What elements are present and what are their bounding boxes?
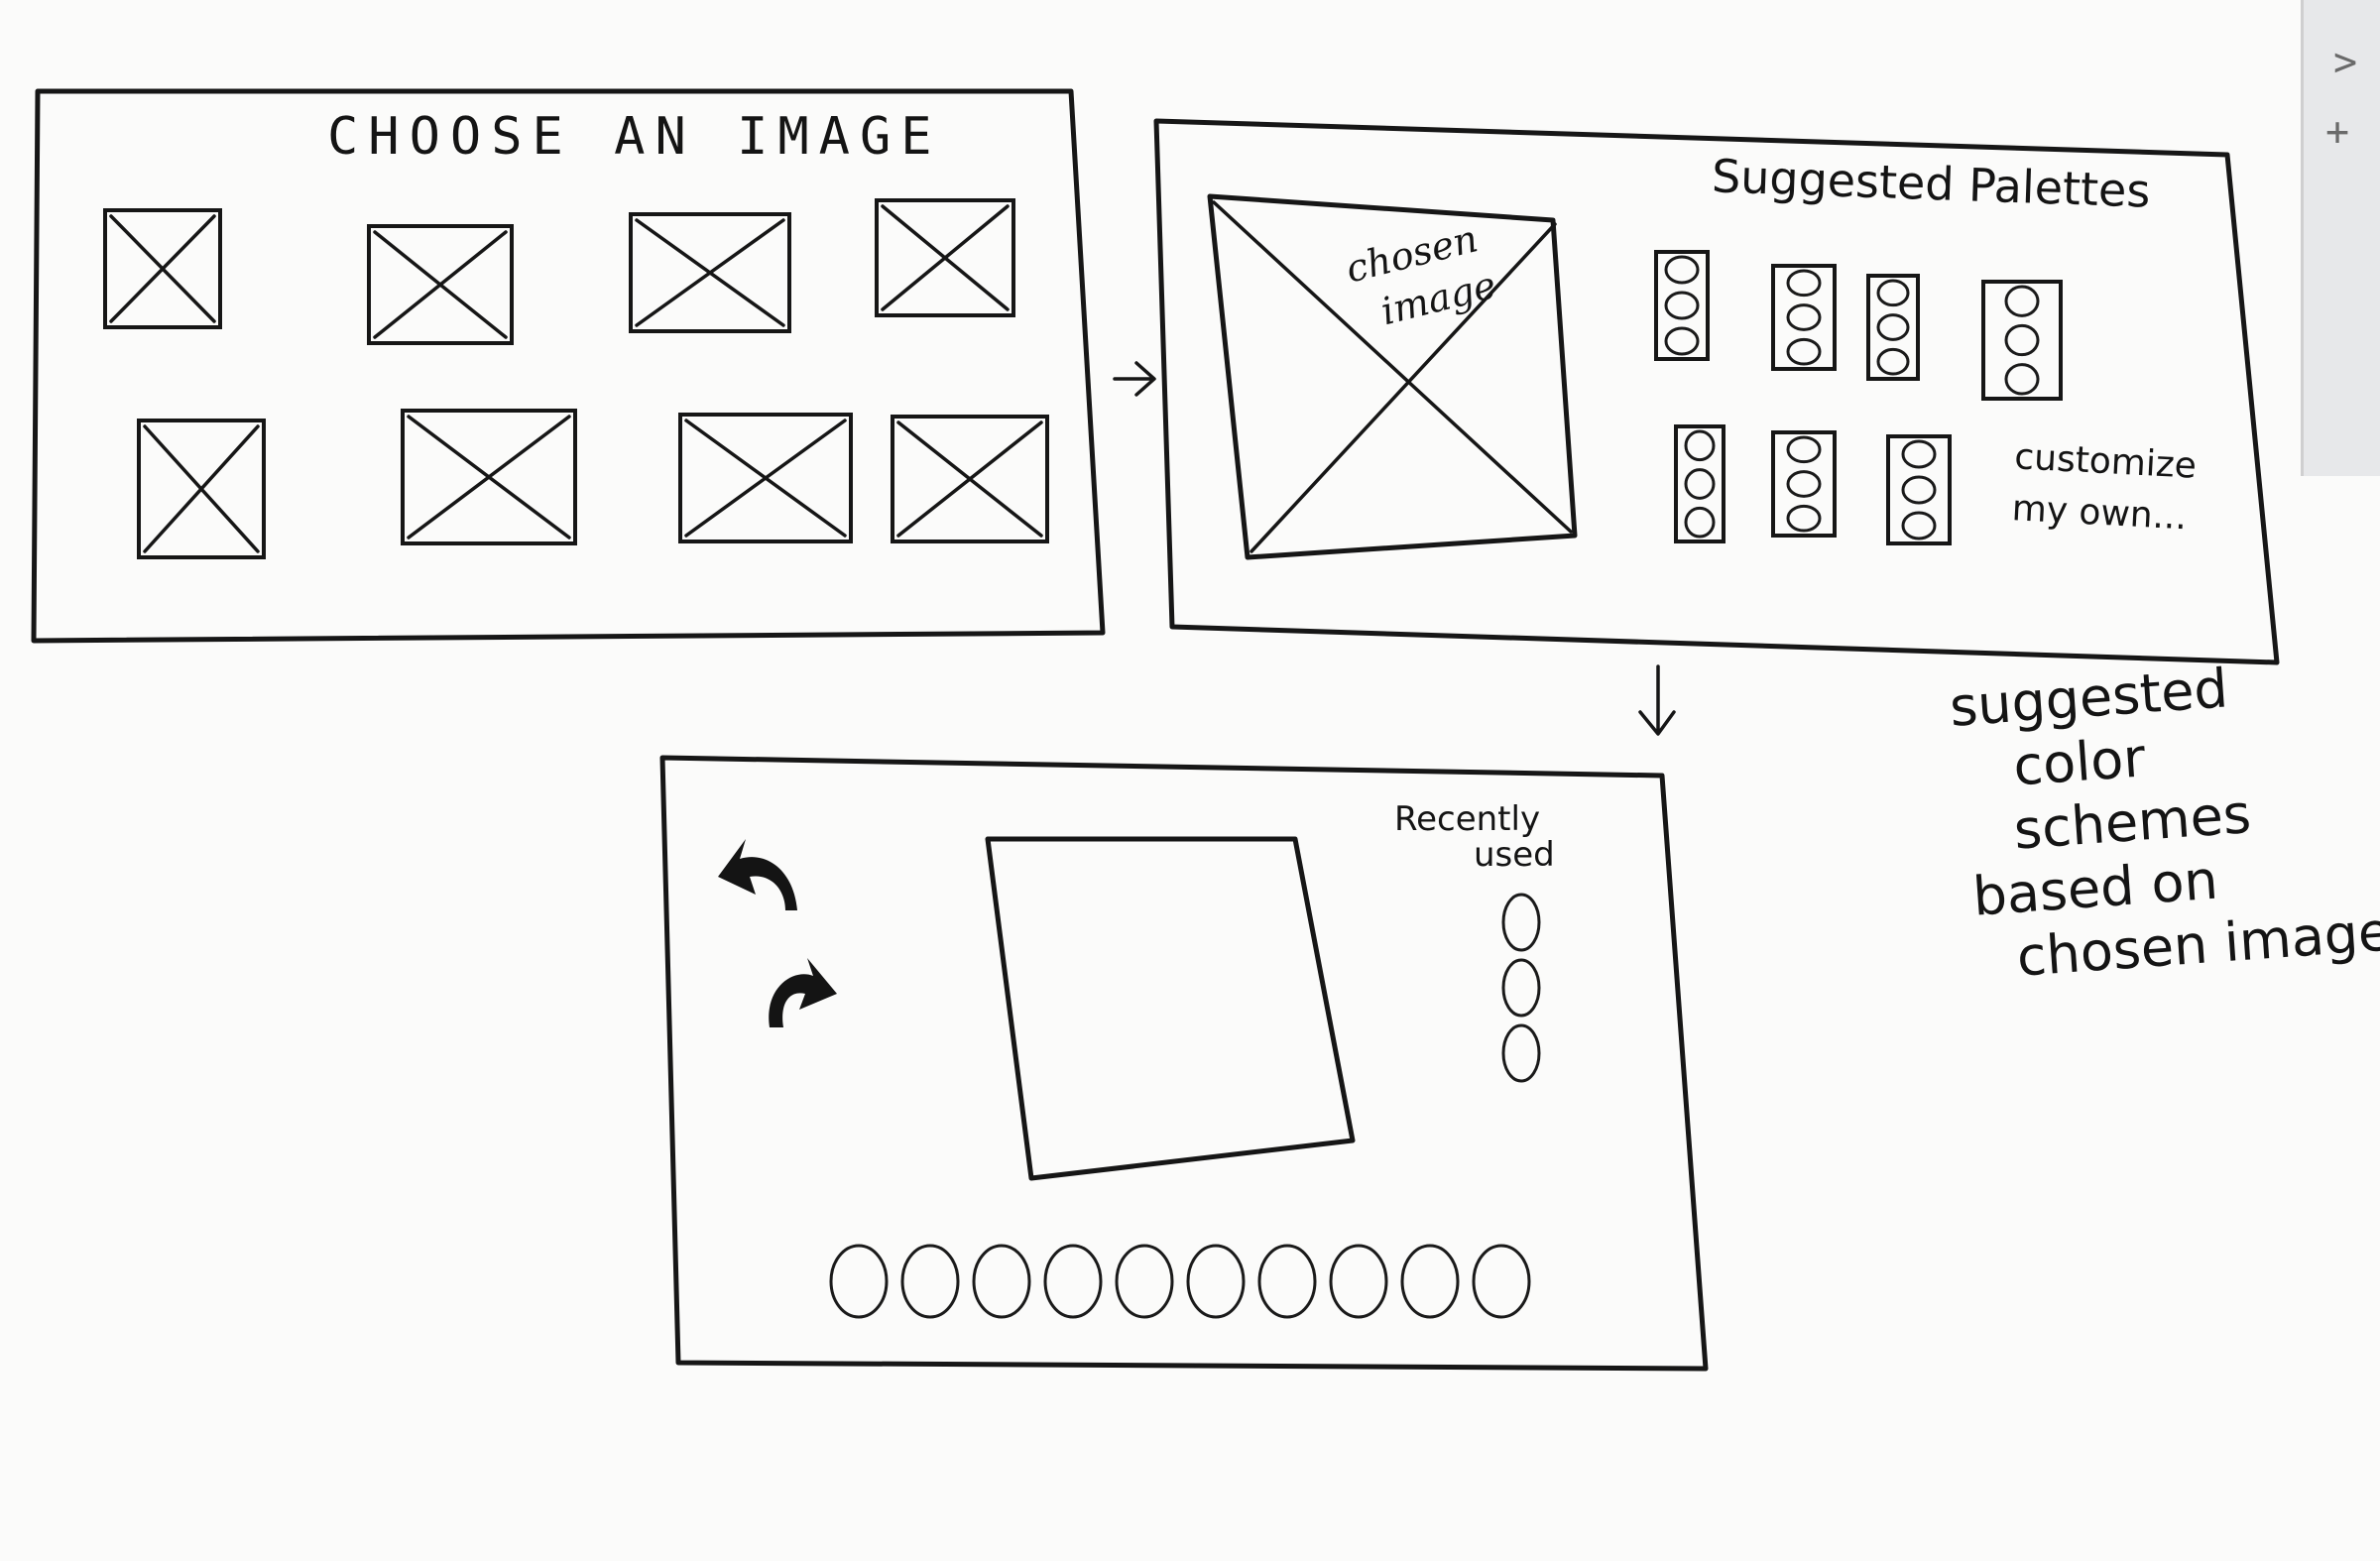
palette-option[interactable] — [1771, 264, 1837, 371]
palette-option[interactable] — [1674, 424, 1726, 543]
image-thumbnail[interactable] — [678, 413, 853, 543]
color-swatch[interactable] — [1400, 1244, 1460, 1319]
flow-arrow-right — [1113, 361, 1156, 397]
palette-swatch — [2004, 285, 2040, 317]
undo-button[interactable] — [718, 839, 797, 910]
color-swatch[interactable] — [1186, 1244, 1246, 1319]
palette-option[interactable] — [1886, 434, 1952, 545]
image-thumbnail[interactable] — [103, 208, 222, 329]
palette-swatch — [1786, 337, 1822, 366]
image-thumbnail[interactable] — [891, 415, 1049, 543]
palette-swatch — [2004, 323, 2040, 357]
image-thumbnail[interactable] — [629, 212, 791, 333]
choose-image-title: CHOOSE AN IMAGE — [327, 107, 942, 167]
palette-swatch — [1876, 279, 1910, 307]
palette-option[interactable] — [1654, 250, 1710, 361]
annotation-note: suggested color schemes based on chosen … — [1948, 651, 2380, 994]
palette-swatch — [1786, 303, 1822, 331]
recent-swatch[interactable] — [1501, 1023, 1541, 1083]
screen-choose-image — [31, 88, 1106, 644]
customize-line: customize — [2013, 436, 2198, 487]
image-thumbnail[interactable] — [401, 409, 577, 545]
color-swatch[interactable] — [829, 1244, 889, 1319]
canvas-frame[interactable] — [985, 836, 1356, 1181]
palette-swatch — [2004, 363, 2040, 396]
recent-label-line: used — [1474, 835, 1555, 875]
palette-swatch — [1786, 470, 1822, 498]
palette-swatch — [1684, 506, 1716, 539]
palette-swatch — [1876, 313, 1910, 341]
palette-option[interactable] — [1866, 274, 1920, 381]
palette-swatch — [1901, 475, 1937, 505]
redo-arrow-icon — [769, 958, 837, 1027]
palette-option[interactable] — [1981, 280, 2063, 401]
color-swatch[interactable] — [1115, 1244, 1174, 1319]
palette-swatch — [1876, 347, 1910, 376]
image-thumbnail[interactable] — [367, 224, 514, 345]
palette-swatch — [1786, 435, 1822, 464]
color-swatch[interactable] — [1257, 1244, 1317, 1319]
palette-swatch — [1664, 291, 1700, 320]
customize-link[interactable]: customize my own... — [2010, 431, 2198, 543]
thumbnail-grid — [103, 198, 1049, 559]
palette-swatch — [1901, 439, 1937, 469]
redo-button[interactable] — [769, 958, 837, 1027]
color-swatch-row — [829, 1244, 1531, 1319]
palette-swatch — [1664, 326, 1700, 356]
palette-swatch — [1664, 255, 1700, 285]
palette-swatch — [1786, 504, 1822, 533]
color-swatch[interactable] — [1472, 1244, 1531, 1319]
palette-swatch — [1684, 468, 1716, 500]
recent-swatch[interactable] — [1501, 958, 1541, 1018]
customize-line: my own... — [2010, 488, 2189, 539]
recently-used-swatches — [1501, 893, 1541, 1083]
undo-arrow-icon — [718, 839, 797, 910]
recent-label-line: Recently — [1394, 799, 1541, 839]
color-swatch[interactable] — [900, 1244, 960, 1319]
palette-list — [1654, 250, 2063, 545]
palette-swatch — [1684, 429, 1716, 462]
color-swatch[interactable] — [972, 1244, 1031, 1319]
palette-swatch — [1901, 511, 1937, 540]
color-swatch[interactable] — [1329, 1244, 1388, 1319]
flow-arrow-down — [1638, 664, 1676, 736]
color-swatch[interactable] — [1043, 1244, 1103, 1319]
palette-option[interactable] — [1771, 430, 1837, 538]
recently-used-label: Recently used — [1394, 801, 1555, 873]
recent-swatch[interactable] — [1501, 893, 1541, 952]
image-thumbnail[interactable] — [137, 419, 266, 559]
image-thumbnail[interactable] — [875, 198, 1015, 317]
palette-swatch — [1786, 269, 1822, 298]
